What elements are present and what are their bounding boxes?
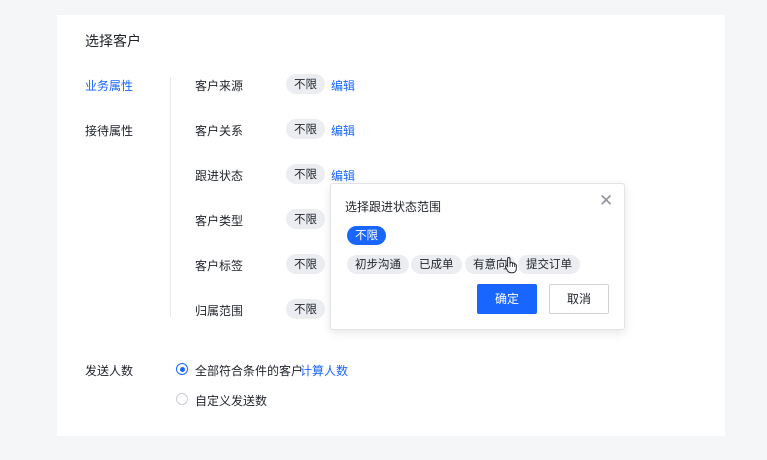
nav-item-reception[interactable]: 接待属性 [85,122,133,139]
option-custom-count-label[interactable]: 自定义发送数 [195,392,267,409]
filter-value-relation[interactable]: 不限 [286,119,325,139]
edit-follow-status-link[interactable]: 编辑 [331,167,355,184]
cancel-button[interactable]: 取消 [549,284,609,314]
edit-source-link[interactable]: 编辑 [331,77,355,94]
option-chip-submit-order[interactable]: 提交订单 [518,255,580,274]
filter-label-relation: 客户关系 [195,124,244,138]
hand-cursor-icon [504,256,517,274]
nav-item-business[interactable]: 业务属性 [85,77,133,94]
follow-status-popover: 选择跟进状态范围 ✕ 不限 初步沟通 已成单 有意向 提交订单 确定 取消 [330,183,625,330]
filter-label-scope: 归属范围 [195,304,244,318]
filter-value-type[interactable]: 不限 [286,209,325,229]
calc-count-link[interactable]: 计算人数 [300,362,348,379]
radio-all-customers[interactable] [176,363,188,375]
filter-value-scope[interactable]: 不限 [286,299,325,319]
filter-label-source: 客户来源 [195,79,244,93]
edit-relation-link[interactable]: 编辑 [331,122,355,139]
page-title: 选择客户 [85,34,141,50]
filter-value-source[interactable]: 不限 [286,74,325,94]
option-chip-initial-contact[interactable]: 初步沟通 [347,255,409,274]
option-all-customers-label[interactable]: 全部符合条件的客户 [195,362,303,379]
filter-value-tags[interactable]: 不限 [286,254,325,274]
filter-label-type: 客户类型 [195,214,244,228]
filter-label-tags: 客户标签 [195,259,244,273]
close-icon[interactable]: ✕ [599,191,613,211]
send-count-label: 发送人数 [85,364,134,378]
filter-label-follow-status: 跟进状态 [195,169,244,183]
filter-value-follow-status[interactable]: 不限 [286,164,325,184]
confirm-button[interactable]: 确定 [477,284,537,314]
nav-divider [170,77,171,317]
option-chip-deal-closed[interactable]: 已成单 [411,255,462,274]
radio-custom-count[interactable] [176,393,188,405]
option-unlimited-chip[interactable]: 不限 [347,226,386,245]
popover-title: 选择跟进状态范围 [345,200,442,214]
